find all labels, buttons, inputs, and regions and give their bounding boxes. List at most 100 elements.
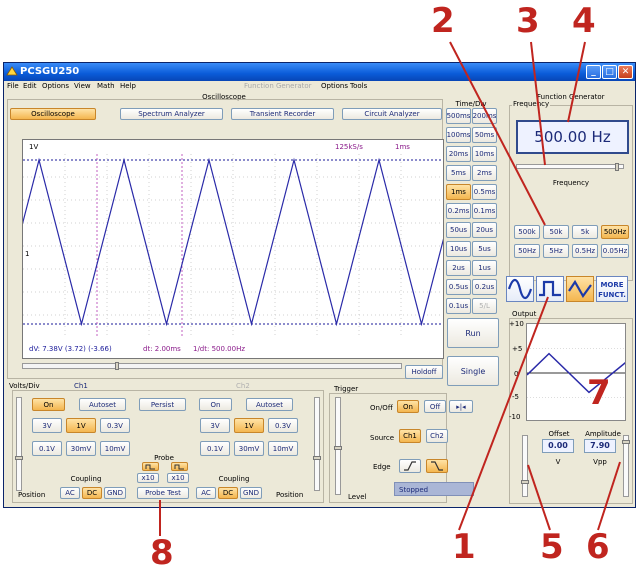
ch1-position-thumb[interactable]	[15, 456, 23, 460]
horizontal-position-thumb[interactable]	[115, 362, 119, 370]
ch2-30mv-button[interactable]: 30mV	[234, 441, 264, 456]
timediv-button[interactable]: 0.2us	[472, 279, 497, 295]
ch2-gnd-button[interactable]: GND	[240, 487, 262, 499]
timediv-button[interactable]: 50ms	[472, 127, 497, 143]
ch2-on-button[interactable]: On	[199, 398, 232, 411]
timediv-button[interactable]: 1us	[472, 260, 497, 276]
menu-tools[interactable]: Tools	[350, 82, 367, 90]
ch2-x10-button[interactable]: x10	[167, 473, 189, 483]
single-button[interactable]: Single	[447, 356, 499, 386]
ch1-30mv-button[interactable]: 30mV	[66, 441, 96, 456]
timediv-button[interactable]: 500ms	[446, 108, 471, 124]
frequency-slider-thumb[interactable]	[615, 163, 619, 171]
sine-wave-button[interactable]	[506, 276, 534, 302]
menu-options[interactable]: Options	[42, 82, 69, 90]
ch1-x10-button[interactable]: x10	[137, 473, 159, 483]
ch1-0-3v-button[interactable]: 0.3V	[100, 418, 130, 433]
freq-range-50k-button[interactable]: 50k	[543, 225, 569, 239]
ch1-gnd-button[interactable]: GND	[104, 487, 126, 499]
freq-range-50hz-button[interactable]: 50Hz	[514, 244, 540, 258]
menu-file[interactable]: File	[7, 82, 19, 90]
ch1-3v-button[interactable]: 3V	[32, 418, 62, 433]
ch1-on-button[interactable]: On	[32, 398, 65, 411]
ch2-0-1v-button[interactable]: 0.1V	[200, 441, 230, 456]
timediv-button[interactable]: 0.2ms	[446, 203, 471, 219]
menu-edit[interactable]: Edit	[23, 82, 37, 90]
trigger-level-thumb[interactable]	[334, 446, 342, 450]
run-button[interactable]: Run	[447, 318, 499, 348]
trigger-falling-edge-button[interactable]	[426, 459, 448, 473]
freq-range-0-5hz-button[interactable]: 0.5Hz	[572, 244, 598, 258]
trigger-skip-button[interactable]: ▸|◂	[449, 400, 473, 413]
probe-ch2-indicator[interactable]	[171, 462, 188, 471]
freq-range-0-05hz-button[interactable]: 0.05Hz	[601, 244, 629, 258]
ch2-autoset-button[interactable]: Autoset	[246, 398, 293, 411]
timediv-button[interactable]: 20ms	[446, 146, 471, 162]
more-functions-button[interactable]: MORE FUNCT.	[596, 276, 628, 302]
trigger-source-ch1-button[interactable]: Ch1	[399, 429, 421, 443]
mode-spectrum-analyzer-button[interactable]: Spectrum Analyzer	[120, 108, 223, 120]
minimize-icon[interactable]: _	[586, 65, 601, 79]
ch2-position-thumb[interactable]	[313, 456, 321, 460]
ch2-ac-button[interactable]: AC	[196, 487, 216, 499]
timediv-button[interactable]: 0.1us	[446, 298, 471, 314]
trigger-on-button[interactable]: On	[397, 400, 419, 413]
amplitude-slider-thumb[interactable]	[622, 440, 630, 444]
timediv-button[interactable]: 0.1ms	[472, 203, 497, 219]
ch1-0-1v-button[interactable]: 0.1V	[32, 441, 62, 456]
timediv-button[interactable]: 100ms	[446, 127, 471, 143]
timediv-button[interactable]: 5ms	[446, 165, 471, 181]
ch1-10mv-button[interactable]: 10mV	[100, 441, 130, 456]
ch2-1v-button[interactable]: 1V	[234, 418, 264, 433]
timediv-button[interactable]: 200ms	[472, 108, 497, 124]
close-icon[interactable]: ✕	[618, 65, 633, 79]
timediv-button[interactable]: 0.5us	[446, 279, 471, 295]
freq-range-5k-button[interactable]: 5k	[572, 225, 598, 239]
offset-slider[interactable]	[521, 435, 529, 497]
timediv-button[interactable]: 20us	[472, 222, 497, 238]
offset-slider-thumb[interactable]	[521, 480, 529, 484]
ch1-1v-button[interactable]: 1V	[66, 418, 96, 433]
ch2-10mv-button[interactable]: 10mV	[268, 441, 298, 456]
holdoff-button[interactable]: Holdoff	[405, 365, 443, 379]
trigger-off-button[interactable]: Off	[424, 400, 446, 413]
freq-range-500k-button[interactable]: 500k	[514, 225, 540, 239]
ch2-position-slider[interactable]	[313, 397, 321, 491]
timediv-button[interactable]: 1ms	[446, 184, 471, 200]
ch1-autoset-button[interactable]: Autoset	[79, 398, 126, 411]
ch2-0-3v-button[interactable]: 0.3V	[268, 418, 298, 433]
horizontal-position-slider[interactable]	[22, 362, 402, 370]
ch1-ac-button[interactable]: AC	[60, 487, 80, 499]
frequency-slider[interactable]	[516, 163, 624, 171]
persist-button[interactable]: Persist	[139, 398, 186, 411]
timediv-button[interactable]: 2ms	[472, 165, 497, 181]
timediv-button[interactable]: 50us	[446, 222, 471, 238]
freq-range-500hz-button[interactable]: 500Hz	[601, 225, 629, 239]
menu-view[interactable]: View	[74, 82, 91, 90]
timediv-button[interactable]: 10ms	[472, 146, 497, 162]
timediv-button[interactable]: 5us	[472, 241, 497, 257]
probe-ch1-indicator[interactable]	[142, 462, 159, 471]
timediv-button[interactable]: 10us	[446, 241, 471, 257]
trigger-level-slider[interactable]	[334, 397, 342, 495]
maximize-icon[interactable]: □	[602, 65, 617, 79]
timediv-button[interactable]: 5/L	[472, 298, 497, 314]
scope-screen[interactable]: 1V 125kS/s 1ms 1 dV: 7.38V (3.72) (-3.66…	[22, 139, 444, 359]
ch2-3v-button[interactable]: 3V	[200, 418, 230, 433]
ch2-dc-button[interactable]: DC	[218, 487, 238, 499]
freq-range-5hz-button[interactable]: 5Hz	[543, 244, 569, 258]
menu-help[interactable]: Help	[120, 82, 136, 90]
ch1-position-slider[interactable]	[15, 397, 23, 491]
triangle-wave-button[interactable]	[566, 276, 594, 302]
mode-circuit-analyzer-button[interactable]: Circuit Analyzer	[342, 108, 442, 120]
trigger-source-ch2-button[interactable]: Ch2	[426, 429, 448, 443]
amplitude-slider[interactable]	[622, 435, 630, 497]
mode-oscilloscope-button[interactable]: Oscilloscope	[10, 108, 96, 120]
menu-math[interactable]: Math	[97, 82, 115, 90]
mode-transient-recorder-button[interactable]: Transient Recorder	[231, 108, 334, 120]
timediv-button[interactable]: 0.5ms	[472, 184, 497, 200]
ch1-dc-button[interactable]: DC	[82, 487, 102, 499]
probe-test-button[interactable]: Probe Test	[137, 487, 189, 499]
trigger-rising-edge-button[interactable]	[399, 459, 421, 473]
timediv-button[interactable]: 2us	[446, 260, 471, 276]
